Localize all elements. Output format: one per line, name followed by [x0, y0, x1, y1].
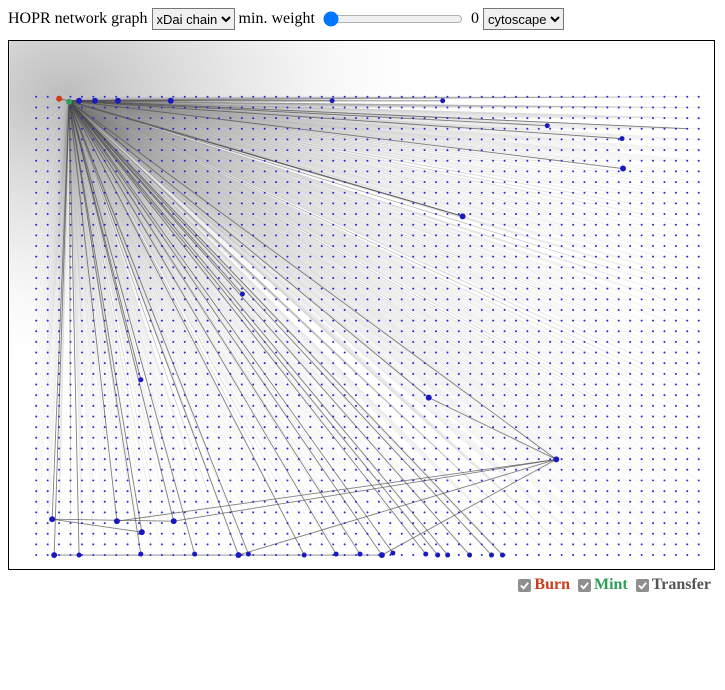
legend-mint[interactable]: Mint: [578, 576, 628, 594]
legend-burn-label: Burn: [534, 576, 570, 594]
min-weight-slider[interactable]: [323, 11, 463, 27]
network-graph: [9, 41, 714, 569]
toolbar: HOPR network graph xDai chain min. weigh…: [8, 8, 717, 30]
app-title: HOPR network graph: [8, 10, 148, 28]
graph-canvas[interactable]: [8, 40, 715, 570]
legend-mint-label: Mint: [594, 576, 628, 594]
min-weight-label: min. weight: [239, 10, 315, 28]
min-weight-value: 0: [471, 10, 479, 28]
engine-select[interactable]: cytoscape: [483, 8, 564, 30]
checkbox-icon: [636, 579, 649, 592]
legend-transfer[interactable]: Transfer: [636, 576, 711, 594]
legend: Burn Mint Transfer: [8, 576, 717, 594]
checkbox-icon: [518, 579, 531, 592]
checkbox-icon: [578, 579, 591, 592]
legend-burn[interactable]: Burn: [518, 576, 570, 594]
legend-transfer-label: Transfer: [652, 576, 711, 594]
chain-select[interactable]: xDai chain: [152, 8, 235, 30]
